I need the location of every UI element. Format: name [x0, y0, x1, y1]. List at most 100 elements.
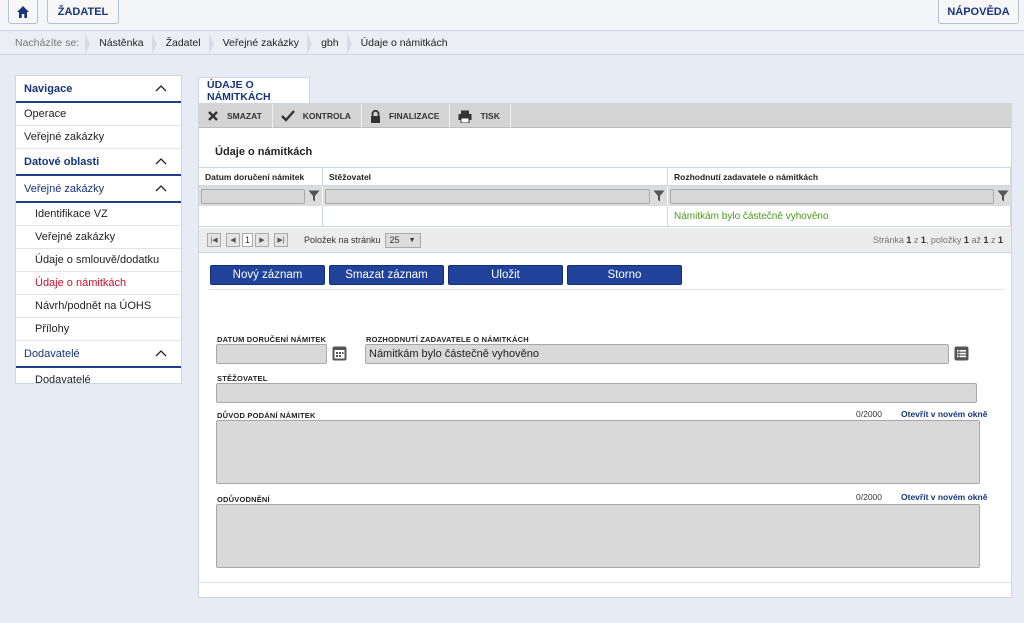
home-icon [17, 5, 29, 18]
new-record-button[interactable]: Nový záznam [210, 265, 325, 285]
checkmark-icon [280, 110, 295, 122]
rozhodnuti-label: ROZHODNUTÍ ZADAVATELE O NÁMITKÁCH [366, 335, 529, 344]
print-button-label: TISK [480, 111, 500, 121]
per-page-label: Položek na stránku [304, 235, 381, 245]
filter-icon[interactable] [308, 190, 320, 202]
sidebar-item-prilohy[interactable]: Přílohy [16, 318, 181, 341]
sidebar-item-verejne-zakazky[interactable]: Veřejné zakázky [16, 126, 181, 149]
next-page-button[interactable]: ▶ [255, 233, 269, 247]
sidebar-dod-header-label: Dodavatelé [24, 347, 80, 360]
breadcrumb-prefix: Nacházíte se: [15, 37, 80, 49]
pager-info: Stránka 1 z 1, položky 1 až 1 z 1 [873, 235, 1003, 245]
pager-info-az: až [968, 235, 984, 245]
check-button[interactable]: KONTROLA [273, 104, 362, 128]
divider [209, 289, 1005, 290]
delete-record-button[interactable]: Smazat záznam [329, 265, 444, 285]
section-title: Údaje o námitkách [215, 146, 313, 158]
panel-bottom-divider [199, 582, 1011, 583]
sidebar-vz-header[interactable]: Veřejné zakázky [16, 176, 181, 203]
sidebar: Navigace Operace Veřejné zakázky Datové … [15, 75, 182, 386]
stezovatel-input[interactable] [216, 383, 977, 403]
grid-header-row: Datum doručení námitek Stěžovatel Rozhod… [199, 167, 1011, 186]
sidebar-item-operace[interactable]: Operace [16, 103, 181, 126]
sidebar-item-udaje-o-smlouve[interactable]: Údaje o smlouvě/dodatku [16, 249, 181, 272]
chevron-up-icon [155, 185, 167, 192]
help-button[interactable]: NÁPOVĚDA [938, 0, 1019, 24]
sidebar-item-verejne-zakazky-sub[interactable]: Veřejné zakázky [16, 226, 181, 249]
grid-filter-row [199, 186, 1011, 206]
breadcrumb-item-nastenka[interactable]: Nástěnka [85, 32, 155, 55]
sidebar-item-udaje-o-namitkach[interactable]: Údaje o námitkách [16, 272, 181, 295]
cell-stezovatel [323, 206, 668, 226]
finalize-button-label: FINALIZACE [388, 111, 440, 121]
breadcrumb-item-gbh[interactable]: gbh [307, 32, 351, 55]
toolbar: SMAZAT KONTROLA FINALIZACE TISK [199, 104, 1011, 128]
delete-button[interactable]: SMAZAT [199, 104, 273, 128]
pager-info-prefix: Stránka [872, 235, 907, 245]
print-button[interactable]: TISK [450, 104, 511, 128]
tab-udaje-o-namitkach[interactable]: ÚDAJE O NÁMITKÁCH [198, 77, 310, 104]
chevron-up-icon [155, 350, 167, 357]
page-number[interactable]: 1 [242, 233, 253, 247]
duvod-label: DŮVOD PODÁNÍ NÁMITEK [217, 411, 316, 420]
sidebar-nav-header[interactable]: Navigace [16, 76, 181, 103]
filter-icon[interactable] [997, 190, 1009, 202]
oduvodneni-textarea[interactable] [216, 504, 980, 568]
pager-info-items: , položky [925, 235, 964, 245]
main-panel: SMAZAT KONTROLA FINALIZACE TISK Údaje o … [198, 103, 1012, 598]
caret-down-icon: ▼ [408, 236, 416, 244]
finalize-button[interactable]: FINALIZACE [362, 104, 451, 128]
column-header-datum[interactable]: Datum doručení námitek [199, 168, 323, 185]
datum-label: DATUM DORUČENÍ NÁMITEK [217, 335, 327, 344]
filter-icon[interactable] [653, 190, 665, 202]
sidebar-item-navrh-uohs[interactable]: Návrh/podnět na ÚOHS [16, 295, 181, 318]
check-button-label: KONTROLA [302, 111, 351, 121]
datum-input[interactable] [216, 344, 327, 364]
oduvodneni-open-new-window-link[interactable]: Otevřít v novém okně [901, 492, 987, 502]
sidebar-item-dodavatele[interactable]: Dodavatelé [16, 368, 181, 391]
oduvodneni-label: ODŮVODNĚNÍ [217, 495, 270, 504]
filter-input-rozhodnuti[interactable] [670, 188, 994, 204]
sidebar-data-header[interactable]: Datové oblasti [16, 149, 181, 176]
filter-cell-stezovatel [323, 186, 668, 206]
filter-cell-datum [199, 186, 323, 206]
zadatel-button[interactable]: ŽADATEL [47, 0, 119, 24]
duvod-counter: 0/2000 [856, 409, 882, 419]
list-icon[interactable] [954, 346, 969, 361]
rozhodnuti-select[interactable]: Námitkám bylo částečně vyhověno [365, 344, 949, 364]
save-button[interactable]: Uložit [448, 265, 563, 285]
chevron-up-icon [155, 85, 167, 92]
calendar-icon[interactable] [332, 346, 347, 361]
sidebar-vz-header-label: Veřejné zakázky [24, 182, 105, 195]
top-bar: ŽADATEL NÁPOVĚDA [0, 0, 1024, 31]
stezovatel-label: STĚŽOVATEL [217, 374, 268, 383]
lock-icon [370, 109, 380, 123]
first-page-button[interactable]: |◀ [207, 233, 221, 247]
column-header-stezovatel[interactable]: Stěžovatel [323, 168, 668, 185]
per-page-select[interactable]: 25 ▼ [384, 232, 421, 248]
cell-datum [199, 206, 323, 226]
duvod-open-new-window-link[interactable]: Otevřít v novém okně [901, 409, 987, 419]
duvod-textarea[interactable] [216, 420, 980, 484]
breadcrumb-item-zadatel[interactable]: Žadatel [151, 32, 213, 55]
close-icon [208, 111, 218, 121]
pager-info-z2: z [988, 235, 998, 245]
printer-icon [458, 110, 472, 123]
column-header-rozhodnuti[interactable]: Rozhodnutí zadavatele o námitkách [668, 168, 1011, 185]
last-page-button[interactable]: ▶| [274, 233, 288, 247]
table-row[interactable]: Námitkám bylo částečně vyhověno [199, 206, 1011, 227]
cancel-button[interactable]: Storno [567, 265, 682, 285]
pager-info-total: 1 [997, 235, 1003, 245]
filter-input-stezovatel[interactable] [325, 188, 650, 204]
cell-rozhodnuti: Námitkám bylo částečně vyhověno [668, 206, 1011, 226]
pager-info-z: z [911, 235, 921, 245]
sidebar-dod-header[interactable]: Dodavatelé [16, 341, 181, 368]
delete-button-label: SMAZAT [227, 111, 262, 121]
prev-page-button[interactable]: ◀ [226, 233, 240, 247]
sidebar-item-identifikace-vz[interactable]: Identifikace VZ [16, 203, 181, 226]
data-grid: Datum doručení námitek Stěžovatel Rozhod… [199, 167, 1011, 227]
home-button[interactable] [8, 0, 38, 24]
filter-input-datum[interactable] [201, 188, 305, 204]
breadcrumb-item-verejne-zakazky[interactable]: Veřejné zakázky [208, 32, 311, 55]
breadcrumb-item-current: Údaje o námitkách [346, 32, 460, 55]
